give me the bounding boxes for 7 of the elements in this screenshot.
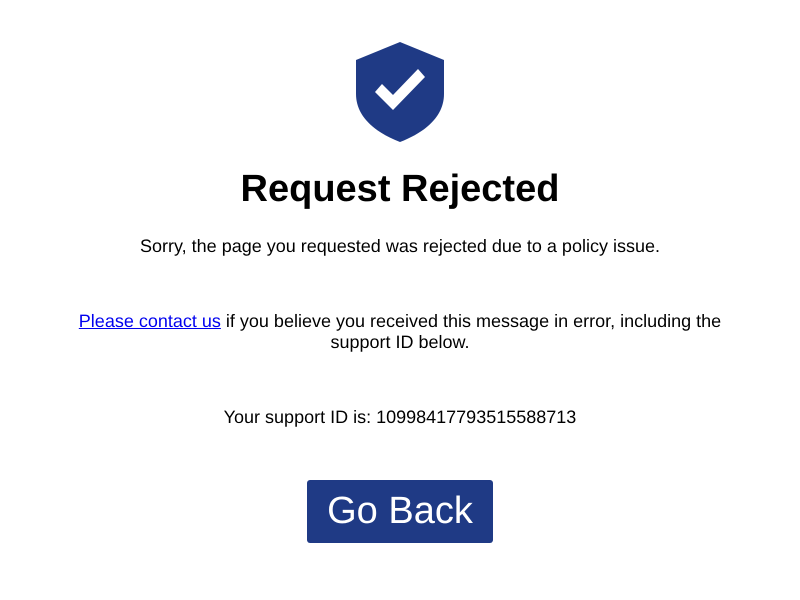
go-back-button[interactable]: Go Back xyxy=(307,480,493,543)
contact-link[interactable]: Please contact us xyxy=(78,311,221,331)
page-title: Request Rejected xyxy=(240,167,560,211)
rejection-message: Sorry, the page you requested was rejected due to a policy issue. xyxy=(140,236,660,257)
support-id-text: Your support ID is: 10998417793515588713 xyxy=(224,407,576,428)
shield-check-icon xyxy=(356,42,444,142)
contact-paragraph: Please contact us if you believe you received this message in error, including the support ID below. xyxy=(78,311,722,353)
